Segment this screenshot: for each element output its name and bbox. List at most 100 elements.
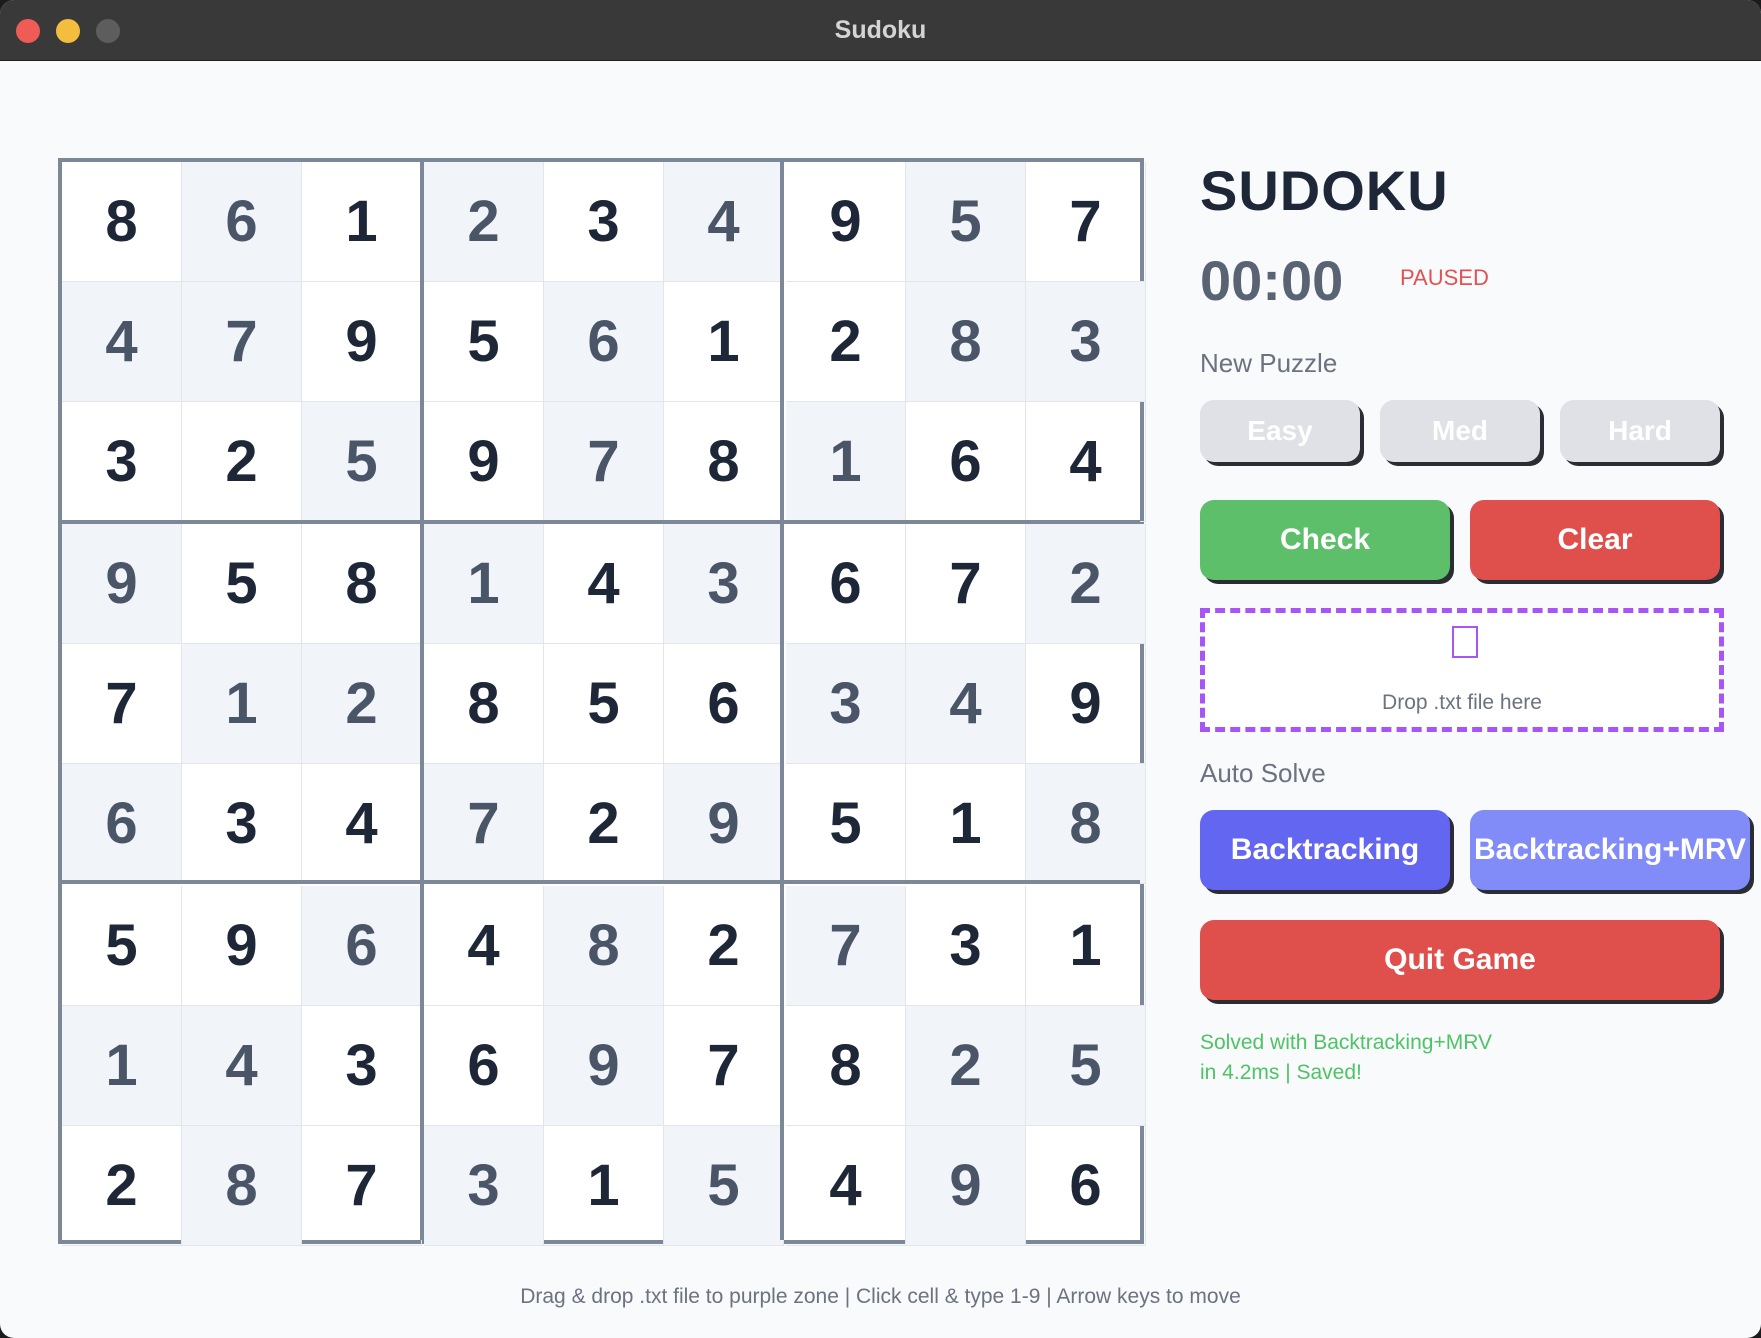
sudoku-cell-r8c5[interactable]: 9 [544, 1006, 664, 1126]
sudoku-cell-r3c5[interactable]: 7 [544, 402, 664, 522]
sudoku-cell-r6c7[interactable]: 5 [786, 764, 906, 884]
sudoku-cell-r9c2[interactable]: 8 [182, 1126, 302, 1246]
sudoku-cell-r2c7[interactable]: 2 [786, 282, 906, 402]
sudoku-cell-r2c6[interactable]: 1 [664, 282, 784, 402]
sudoku-cell-r4c1[interactable]: 9 [62, 524, 182, 644]
sudoku-cell-r3c9[interactable]: 4 [1026, 402, 1146, 522]
sudoku-cell-r7c5[interactable]: 8 [544, 886, 664, 1006]
solve-status-line: in 4.2ms | Saved! [1200, 1061, 1362, 1084]
sudoku-cell-r4c8[interactable]: 7 [906, 524, 1026, 644]
sudoku-cell-r6c3[interactable]: 4 [302, 764, 422, 884]
sudoku-cell-r9c8[interactable]: 9 [906, 1126, 1026, 1246]
sudoku-cell-r4c6[interactable]: 3 [664, 524, 784, 644]
sudoku-cell-r1c7[interactable]: 9 [786, 162, 906, 282]
sudoku-cell-r7c7[interactable]: 7 [786, 886, 906, 1006]
sudoku-cell-r3c7[interactable]: 1 [786, 402, 906, 522]
sudoku-cell-r9c1[interactable]: 2 [62, 1126, 182, 1246]
easy-button[interactable]: Easy [1200, 400, 1360, 462]
sudoku-cell-r3c1[interactable]: 3 [62, 402, 182, 522]
sudoku-cell-r2c9[interactable]: 3 [1026, 282, 1146, 402]
sudoku-cell-r1c8[interactable]: 5 [906, 162, 1026, 282]
sudoku-cell-r8c7[interactable]: 8 [786, 1006, 906, 1126]
sudoku-cell-r7c6[interactable]: 2 [664, 886, 784, 1006]
sudoku-cell-r9c4[interactable]: 3 [424, 1126, 544, 1246]
sudoku-cell-r9c7[interactable]: 4 [786, 1126, 906, 1246]
sudoku-cell-r5c6[interactable]: 6 [664, 644, 784, 764]
sudoku-cell-r3c2[interactable]: 2 [182, 402, 302, 522]
sudoku-cell-r5c5[interactable]: 5 [544, 644, 664, 764]
sudoku-cell-r1c9[interactable]: 7 [1026, 162, 1146, 282]
box-divider-horizontal [62, 520, 1140, 524]
sudoku-cell-r8c8[interactable]: 2 [906, 1006, 1026, 1126]
sudoku-cell-r9c6[interactable]: 5 [664, 1126, 784, 1246]
sudoku-cell-r2c4[interactable]: 5 [424, 282, 544, 402]
sudoku-cell-r9c3[interactable]: 7 [302, 1126, 422, 1246]
sudoku-cell-r1c1[interactable]: 8 [62, 162, 182, 282]
sudoku-cell-r4c2[interactable]: 5 [182, 524, 302, 644]
sudoku-cell-r5c3[interactable]: 2 [302, 644, 422, 764]
sudoku-cell-r8c9[interactable]: 5 [1026, 1006, 1146, 1126]
sudoku-cell-r3c6[interactable]: 8 [664, 402, 784, 522]
solve-status-line: Solved with Backtracking+MRV [1200, 1031, 1492, 1054]
sudoku-cell-r5c2[interactable]: 1 [182, 644, 302, 764]
sudoku-cell-r6c8[interactable]: 1 [906, 764, 1026, 884]
sudoku-cell-r5c9[interactable]: 9 [1026, 644, 1146, 764]
sudoku-cell-r4c9[interactable]: 2 [1026, 524, 1146, 644]
check-button[interactable]: Check [1200, 500, 1450, 580]
file-icon [1452, 626, 1478, 658]
sudoku-cell-r5c7[interactable]: 3 [786, 644, 906, 764]
sudoku-cell-r6c1[interactable]: 6 [62, 764, 182, 884]
sudoku-cell-r8c6[interactable]: 7 [664, 1006, 784, 1126]
sudoku-cell-r3c3[interactable]: 5 [302, 402, 422, 522]
sudoku-cell-r8c3[interactable]: 3 [302, 1006, 422, 1126]
sudoku-cell-r2c1[interactable]: 4 [62, 282, 182, 402]
sudoku-cell-r7c1[interactable]: 5 [62, 886, 182, 1006]
auto-solve-label: Auto Solve [1200, 758, 1326, 788]
sudoku-cell-r5c8[interactable]: 4 [906, 644, 1026, 764]
backtracking-button[interactable]: Backtracking [1200, 810, 1450, 890]
sudoku-cell-r6c6[interactable]: 9 [664, 764, 784, 884]
app-window: Sudoku 694513782528796341137284695815927… [0, 0, 1761, 1338]
file-drop-zone[interactable]: Drop .txt file here [1200, 608, 1724, 732]
sudoku-cell-r2c5[interactable]: 6 [544, 282, 664, 402]
sudoku-cell-r7c8[interactable]: 3 [906, 886, 1026, 1006]
sudoku-cell-r8c1[interactable]: 1 [62, 1006, 182, 1126]
backtracking-mrv-button[interactable]: Backtracking+MRV [1470, 810, 1750, 890]
solve-status: Solved with Backtracking+MRV in 4.2ms | … [1200, 1028, 1580, 1088]
sudoku-cell-r3c4[interactable]: 9 [424, 402, 544, 522]
sudoku-cell-r9c9[interactable]: 6 [1026, 1126, 1146, 1246]
sudoku-cell-r1c4[interactable]: 2 [424, 162, 544, 282]
sudoku-cell-r6c2[interactable]: 3 [182, 764, 302, 884]
sudoku-cell-r5c4[interactable]: 8 [424, 644, 544, 764]
sudoku-cell-r8c4[interactable]: 6 [424, 1006, 544, 1126]
timer-display: 00:00 [1200, 249, 1344, 312]
medium-button[interactable]: Med [1380, 400, 1540, 462]
sudoku-cell-r8c2[interactable]: 4 [182, 1006, 302, 1126]
sudoku-cell-r9c5[interactable]: 1 [544, 1126, 664, 1246]
sudoku-cell-r7c9[interactable]: 1 [1026, 886, 1146, 1006]
hard-button[interactable]: Hard [1560, 400, 1720, 462]
sudoku-cell-r4c7[interactable]: 6 [786, 524, 906, 644]
sudoku-cell-r7c2[interactable]: 9 [182, 886, 302, 1006]
box-divider-vertical [420, 162, 424, 1240]
sudoku-cell-r1c3[interactable]: 1 [302, 162, 422, 282]
sudoku-cell-r7c4[interactable]: 4 [424, 886, 544, 1006]
sudoku-cell-r2c8[interactable]: 8 [906, 282, 1026, 402]
sudoku-cell-r4c4[interactable]: 1 [424, 524, 544, 644]
sudoku-cell-r4c5[interactable]: 4 [544, 524, 664, 644]
sudoku-cell-r3c8[interactable]: 6 [906, 402, 1026, 522]
title-bar: Sudoku [0, 0, 1761, 61]
sudoku-cell-r2c3[interactable]: 9 [302, 282, 422, 402]
sudoku-cell-r1c2[interactable]: 6 [182, 162, 302, 282]
sudoku-cell-r6c4[interactable]: 7 [424, 764, 544, 884]
sudoku-cell-r4c3[interactable]: 8 [302, 524, 422, 644]
sudoku-cell-r2c2[interactable]: 7 [182, 282, 302, 402]
sudoku-cell-r1c5[interactable]: 3 [544, 162, 664, 282]
sudoku-cell-r1c6[interactable]: 4 [664, 162, 784, 282]
sudoku-cell-r5c1[interactable]: 7 [62, 644, 182, 764]
sudoku-cell-r6c5[interactable]: 2 [544, 764, 664, 884]
quit-game-button[interactable]: Quit Game [1200, 920, 1720, 1000]
sudoku-cell-r7c3[interactable]: 6 [302, 886, 422, 1006]
sudoku-cell-r6c9[interactable]: 8 [1026, 764, 1146, 884]
clear-button[interactable]: Clear [1470, 500, 1720, 580]
